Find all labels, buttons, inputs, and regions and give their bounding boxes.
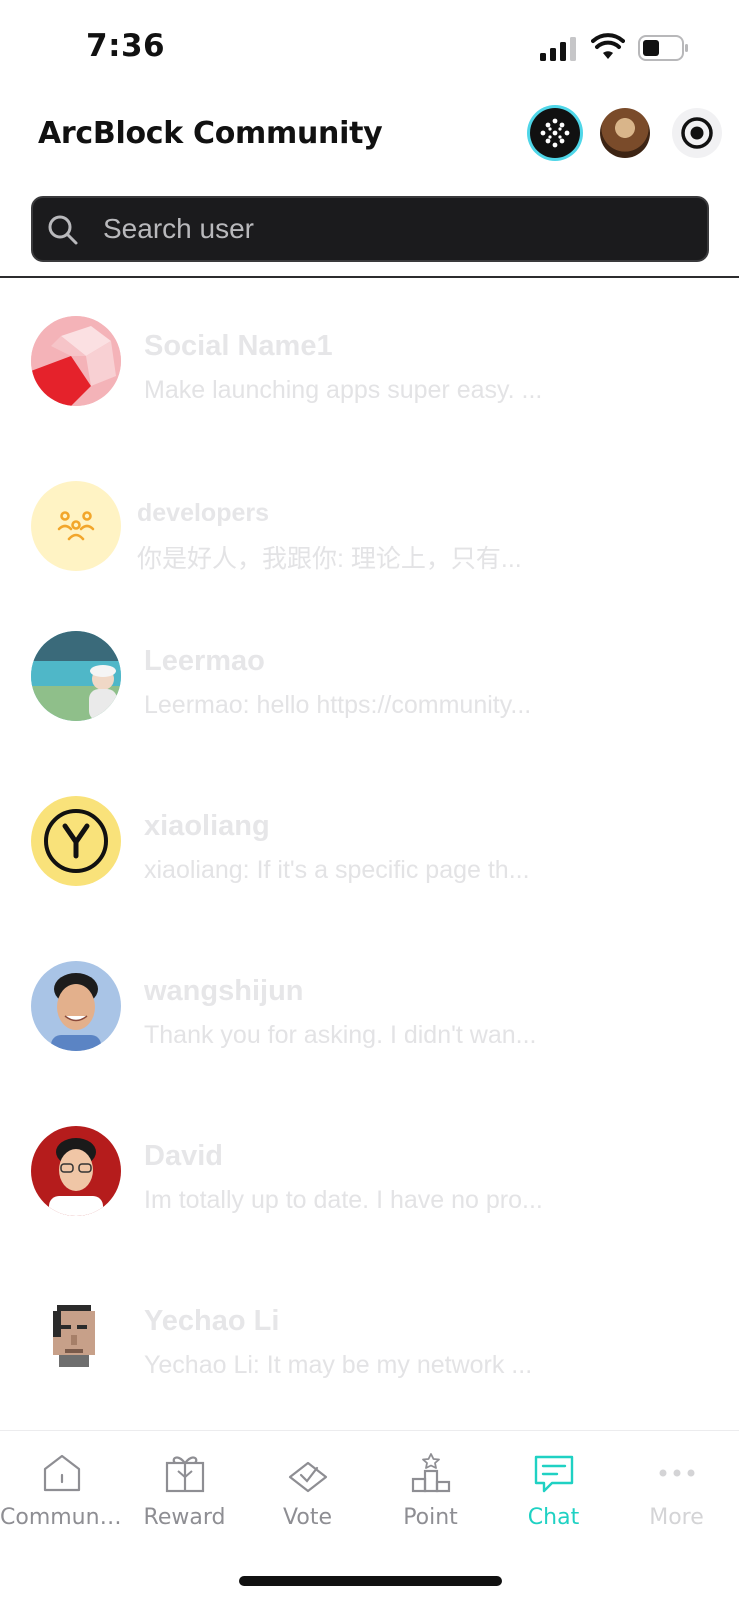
chat-name: Yechao Li — [144, 1305, 280, 1337]
tab-label: Chat — [527, 1505, 580, 1530]
tab-label: Point — [403, 1505, 458, 1530]
chat-preview: Leermao: hello https://community... — [144, 691, 532, 719]
chat-icon — [534, 1455, 574, 1493]
chat-list: Social Name1 Make launching apps super e… — [0, 278, 739, 1430]
search-bar — [31, 196, 709, 262]
avatar — [31, 1126, 121, 1216]
avatar — [31, 1291, 121, 1381]
chat-preview: 你是好人，我跟你: 理论上，只有... — [137, 545, 522, 573]
tab-vote[interactable]: Vote — [246, 1431, 369, 1541]
tab-reward[interactable]: Reward — [123, 1431, 246, 1541]
page-title: ArcBlock Community — [38, 116, 383, 151]
chat-preview: xiaoliang: If it's a specific page th... — [144, 856, 530, 884]
home-indicator — [239, 1576, 502, 1586]
chat-item-wangshijun[interactable]: wangshijun Thank you for asking. I didn'… — [0, 923, 739, 1091]
chat-item-david[interactable]: David Im totally up to date. I have no p… — [0, 1088, 739, 1256]
chat-preview: Im totally up to date. I have no pro... — [144, 1186, 543, 1214]
wifi-icon — [591, 33, 625, 59]
search-icon — [48, 215, 78, 245]
chat-item-social-name1[interactable]: Social Name1 Make launching apps super e… — [0, 278, 739, 446]
chat-item-xiaoliang[interactable]: xiaoliang xiaoliang: If it's a specific … — [0, 758, 739, 926]
chat-name: xiaoliang — [144, 810, 270, 842]
avatar — [31, 961, 121, 1051]
vote-icon — [288, 1461, 328, 1493]
search-input[interactable] — [103, 198, 693, 260]
chat-name: Social Name1 — [144, 330, 333, 362]
avatar — [31, 316, 121, 406]
tab-more[interactable]: More — [615, 1431, 738, 1541]
tab-label: Vote — [283, 1505, 332, 1530]
status-bar: 7:36 — [0, 0, 739, 96]
chat-item-developers[interactable]: developers 你是好人，我跟你: 理论上，只有... — [0, 443, 739, 611]
battery-icon — [638, 35, 688, 61]
tab-community[interactable]: Communi... — [0, 1431, 123, 1541]
chat-item-yechao-li[interactable]: Yechao Li Yechao Li: It may be my networ… — [0, 1253, 739, 1421]
chat-preview: Thank you for asking. I didn't wan... — [144, 1021, 537, 1049]
avatar — [31, 796, 121, 886]
chat-name: Leermao — [144, 645, 265, 677]
app-header: ArcBlock Community — [0, 100, 739, 180]
tab-point[interactable]: Point — [369, 1431, 492, 1541]
tab-bar: Communi... Reward Vote Point Chat More — [0, 1430, 739, 1560]
group-icon — [57, 511, 95, 541]
avatar — [31, 631, 121, 721]
podium-icon — [411, 1453, 451, 1493]
user-avatar[interactable] — [600, 108, 650, 158]
tab-chat[interactable]: Chat — [492, 1431, 615, 1541]
chat-preview: Yechao Li: It may be my network ... — [144, 1351, 533, 1379]
gift-icon — [165, 1456, 205, 1493]
chat-name: developers — [137, 499, 270, 527]
tab-label: Reward — [143, 1505, 226, 1530]
chat-name: David — [144, 1140, 223, 1172]
record-icon[interactable] — [672, 108, 722, 158]
status-time: 7:36 — [86, 28, 166, 64]
chat-preview: Make launching apps super easy. ... — [144, 376, 543, 404]
signal-icon — [540, 37, 576, 61]
group-avatar — [31, 481, 121, 571]
home-icon — [43, 1454, 81, 1492]
tab-label: Communi... — [0, 1505, 123, 1530]
chat-name: wangshijun — [144, 975, 304, 1007]
more-icon — [659, 1469, 695, 1477]
chat-item-leermao[interactable]: Leermao Leermao: hello https://community… — [0, 593, 739, 761]
tab-label: More — [649, 1505, 704, 1530]
dots-grid-icon[interactable] — [530, 108, 580, 158]
